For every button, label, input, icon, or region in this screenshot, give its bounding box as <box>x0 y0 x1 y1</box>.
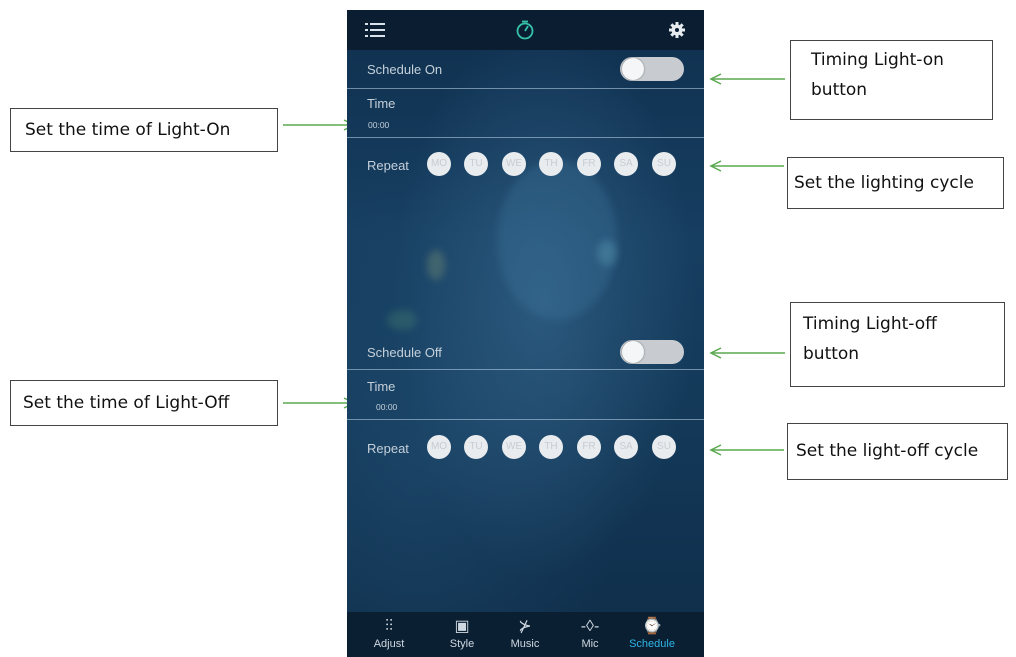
on-day-sa[interactable]: SA <box>614 152 638 176</box>
nav-style-label: Style <box>449 638 475 650</box>
gear-icon[interactable] <box>669 22 685 38</box>
off-day-tu[interactable]: TU <box>464 435 488 459</box>
nav-mic-label: Mic <box>581 638 599 650</box>
on-day-we[interactable]: WE <box>502 152 526 176</box>
nav-adjust[interactable]: ⫶⫶ Adjust <box>364 618 414 650</box>
top-bar <box>347 10 704 50</box>
schedule-on-time-label: Time <box>367 96 396 111</box>
nav-schedule-label: Schedule <box>629 638 675 650</box>
bottom-nav: ⫶⫶ Adjust ▣ Style ⊁ Music -◊- Mic ⌚ Sche… <box>347 612 704 657</box>
grid-icon: ▣ <box>454 618 470 635</box>
on-day-tu[interactable]: TU <box>464 152 488 176</box>
off-day-we[interactable]: WE <box>502 435 526 459</box>
schedule-off-label: Schedule Off <box>367 345 442 360</box>
timer-icon: ⌚ <box>642 618 662 635</box>
off-day-th[interactable]: TH <box>539 435 563 459</box>
nav-adjust-label: Adjust <box>373 638 405 650</box>
off-day-su[interactable]: SU <box>652 435 676 459</box>
phone-screen: Schedule On Time 00:00 Repeat MO TU WE T… <box>347 10 704 657</box>
schedule-on-time-value[interactable]: 00:00 <box>368 120 389 130</box>
schedule-on-label: Schedule On <box>367 62 443 77</box>
off-day-sa[interactable]: SA <box>614 435 638 459</box>
on-day-su[interactable]: SU <box>652 152 676 176</box>
schedule-off-time-value[interactable]: 00:00 <box>376 402 397 412</box>
schedule-on-toggle[interactable] <box>620 57 684 81</box>
schedule-on-repeat-label: Repeat <box>367 158 409 173</box>
on-day-mo[interactable]: MO <box>427 152 451 176</box>
nav-style[interactable]: ▣ Style <box>437 618 487 650</box>
nav-music-label: Music <box>510 638 540 650</box>
schedule-off-time-label: Time <box>367 379 396 394</box>
mic-icon: -◊- <box>580 618 600 635</box>
nav-mic[interactable]: -◊- Mic <box>565 618 615 650</box>
nav-music[interactable]: ⊁ Music <box>500 618 550 650</box>
off-day-fr[interactable]: FR <box>577 435 601 459</box>
schedule-off-repeat-label: Repeat <box>367 441 409 456</box>
nav-schedule[interactable]: ⌚ Schedule <box>627 618 677 650</box>
list-icon[interactable] <box>365 22 385 38</box>
on-day-fr[interactable]: FR <box>577 152 601 176</box>
schedule-off-toggle[interactable] <box>620 340 684 364</box>
timer-icon[interactable] <box>515 20 535 40</box>
off-day-mo[interactable]: MO <box>427 435 451 459</box>
sliders-icon: ⫶⫶ <box>384 618 393 635</box>
music-icon: ⊁ <box>518 618 532 635</box>
on-day-th[interactable]: TH <box>539 152 563 176</box>
